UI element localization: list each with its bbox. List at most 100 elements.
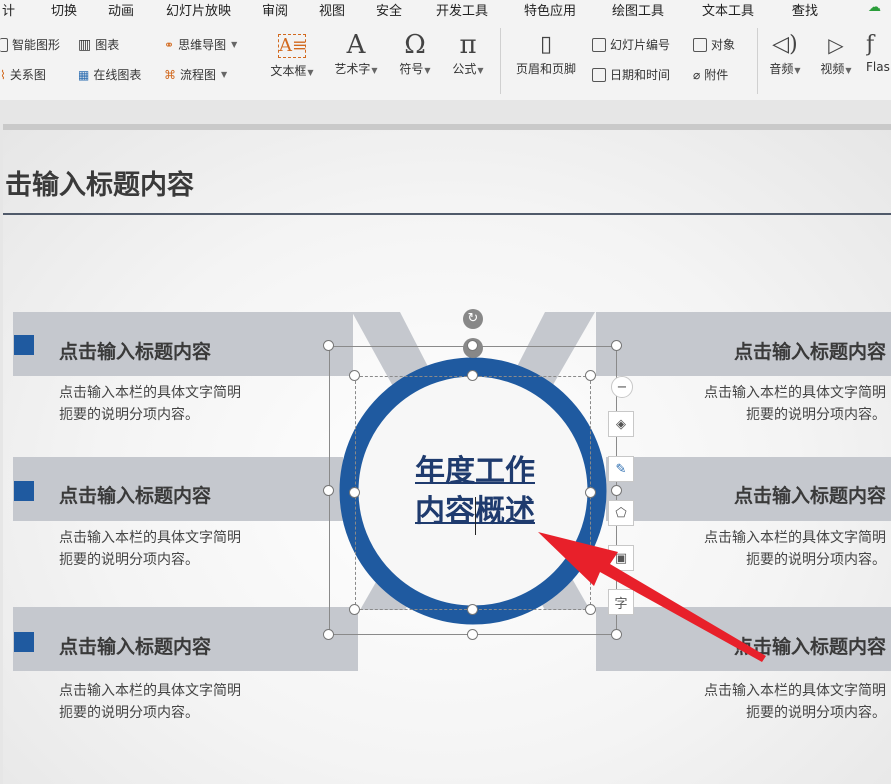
left-body-1[interactable]: 点击输入本栏的具体文字简明 扼要的说明分项内容。 <box>59 382 241 426</box>
mind-map-button[interactable]: ⚭ 思维导图 ▼ <box>164 36 237 53</box>
menu-tab-features[interactable]: 特色应用 <box>524 0 576 19</box>
audio-label: 音频 <box>769 62 794 76</box>
brush-icon: ✎ <box>615 461 627 477</box>
audio-button[interactable]: ◁) 音频▼ <box>762 30 808 77</box>
chevron-down-icon: ▼ <box>307 68 314 77</box>
menu-tab-view[interactable]: 视图 <box>319 0 345 19</box>
text-cursor <box>475 497 476 535</box>
right-heading-2[interactable]: 点击输入标题内容 <box>734 481 886 508</box>
calendar-icon <box>592 67 606 82</box>
menu-tab-design[interactable]: 计 <box>2 0 15 19</box>
art-text-icon: A <box>346 30 366 60</box>
text-box-label: 文本框 <box>270 64 307 78</box>
center-text-line1: 年度工作 <box>415 454 535 489</box>
ribbon-divider <box>757 28 758 94</box>
left-heading-2[interactable]: 点击输入标题内容 <box>59 481 211 508</box>
online-chart-label: 在线图表 <box>93 68 142 82</box>
red-arrow-annotation <box>538 532 766 662</box>
chart-button[interactable]: ▥ 图表 <box>78 36 119 53</box>
pi-icon: π <box>459 30 477 60</box>
resize-handle[interactable] <box>323 629 334 640</box>
menu-tab-animation[interactable]: 动画 <box>108 0 134 19</box>
body-line: 点击输入本栏的具体文字简明 <box>704 683 886 699</box>
smart-art-button[interactable]: 智能图形 <box>0 36 60 53</box>
minus-icon: − <box>616 379 628 395</box>
resize-handle[interactable] <box>349 604 360 615</box>
resize-handle[interactable] <box>467 629 478 640</box>
video-icon: ▷ <box>828 33 844 57</box>
slide-title[interactable]: 击输入标题内容 <box>5 163 194 202</box>
bullet-square <box>14 632 34 652</box>
formula-label: 公式 <box>452 62 477 76</box>
body-line: 点击输入本栏的具体文字简明 <box>59 683 241 699</box>
relation-graph-button[interactable]: ⌇ 关系图 <box>0 66 46 83</box>
speaker-icon: ◁) <box>772 32 798 57</box>
resize-handle[interactable] <box>349 487 360 498</box>
online-chart-button[interactable]: ▦ 在线图表 <box>78 66 141 83</box>
menu-tab-security[interactable]: 安全 <box>376 0 402 19</box>
symbol-button[interactable]: Ω 符号▼ <box>393 30 437 77</box>
body-line: 扼要的说明分项内容。 <box>746 407 886 423</box>
chart-label: 图表 <box>95 38 120 52</box>
object-button[interactable]: 对象 <box>693 36 735 53</box>
rotate-handle-icon[interactable]: ↻ <box>463 309 483 329</box>
relation-graph-icon: ⌇ <box>0 67 6 82</box>
header-footer-button[interactable]: ▯ 页眉和页脚 <box>508 30 584 77</box>
resize-handle[interactable] <box>585 370 596 381</box>
menu-tab-drawing-tools[interactable]: 绘图工具 <box>612 0 664 19</box>
attachment-button[interactable]: ⌀ 附件 <box>693 66 728 83</box>
flash-button[interactable]: ƒ Flas <box>866 30 891 74</box>
left-heading-3[interactable]: 点击输入标题内容 <box>59 632 211 659</box>
chevron-down-icon: ▼ <box>424 66 431 75</box>
layers-button[interactable]: ◈ <box>608 411 634 437</box>
body-line: 点击输入本栏的具体文字简明 <box>704 385 886 401</box>
resize-handle[interactable] <box>467 604 478 615</box>
resize-handle[interactable] <box>467 340 478 351</box>
body-line: 扼要的说明分项内容。 <box>59 407 199 423</box>
slide-number-label: 幻灯片编号 <box>610 38 671 52</box>
style-brush-button[interactable]: ✎ <box>608 456 634 482</box>
cloud-icon[interactable]: ☁ <box>868 0 881 15</box>
resize-handle[interactable] <box>323 485 334 496</box>
video-button[interactable]: ▷ 视频▼ <box>813 30 859 77</box>
collapse-toolbar-button[interactable]: − <box>611 376 633 398</box>
layers-icon: ◈ <box>616 416 626 432</box>
bullet-square <box>14 335 34 355</box>
text-box-icon: A≡ <box>278 34 308 58</box>
fill-bucket-icon: ⬠ <box>615 505 627 521</box>
paperclip-icon: ⌀ <box>693 67 701 82</box>
text-box-button[interactable]: A≡ 文本框▼ <box>264 30 320 79</box>
left-heading-1[interactable]: 点击输入标题内容 <box>59 337 211 364</box>
menu-tab-developer[interactable]: 开发工具 <box>436 0 488 19</box>
menu-tab-slideshow[interactable]: 幻灯片放映 <box>166 0 231 19</box>
menu-tab-transition[interactable]: 切换 <box>51 0 77 19</box>
resize-handle[interactable] <box>467 370 478 381</box>
flash-icon: ƒ <box>866 32 875 57</box>
resize-handle[interactable] <box>323 340 334 351</box>
left-body-2[interactable]: 点击输入本栏的具体文字简明 扼要的说明分项内容。 <box>59 527 241 571</box>
bullet-square <box>14 481 34 501</box>
formula-button[interactable]: π 公式▼ <box>446 30 490 77</box>
body-line: 点击输入本栏的具体文字简明 <box>59 530 241 546</box>
flowchart-button[interactable]: ⌘ 流程图 ▼ <box>164 66 227 83</box>
title-underline <box>3 213 891 215</box>
resize-handle[interactable] <box>585 487 596 498</box>
date-time-label: 日期和时间 <box>610 68 671 82</box>
right-body-1[interactable]: 点击输入本栏的具体文字简明 扼要的说明分项内容。 <box>704 382 886 426</box>
flowchart-icon: ⌘ <box>164 67 176 82</box>
menu-tab-review[interactable]: 审阅 <box>262 0 288 19</box>
resize-handle[interactable] <box>349 370 360 381</box>
symbol-label: 符号 <box>399 62 424 76</box>
slide-number-button[interactable]: 幻灯片编号 <box>592 36 670 53</box>
menu-tab-text-tools[interactable]: 文本工具 <box>702 0 754 19</box>
right-body-3[interactable]: 点击输入本栏的具体文字简明 扼要的说明分项内容。 <box>704 680 886 724</box>
resize-handle[interactable] <box>611 485 622 496</box>
art-text-label: 艺术字 <box>334 62 371 76</box>
online-chart-icon: ▦ <box>78 67 90 82</box>
header-footer-label: 页眉和页脚 <box>515 62 576 76</box>
left-body-3[interactable]: 点击输入本栏的具体文字简明 扼要的说明分项内容。 <box>59 680 241 724</box>
resize-handle[interactable] <box>611 340 622 351</box>
date-time-button[interactable]: 日期和时间 <box>592 66 670 83</box>
right-heading-1[interactable]: 点击输入标题内容 <box>734 337 886 364</box>
art-text-button[interactable]: A 艺术字▼ <box>329 30 383 77</box>
